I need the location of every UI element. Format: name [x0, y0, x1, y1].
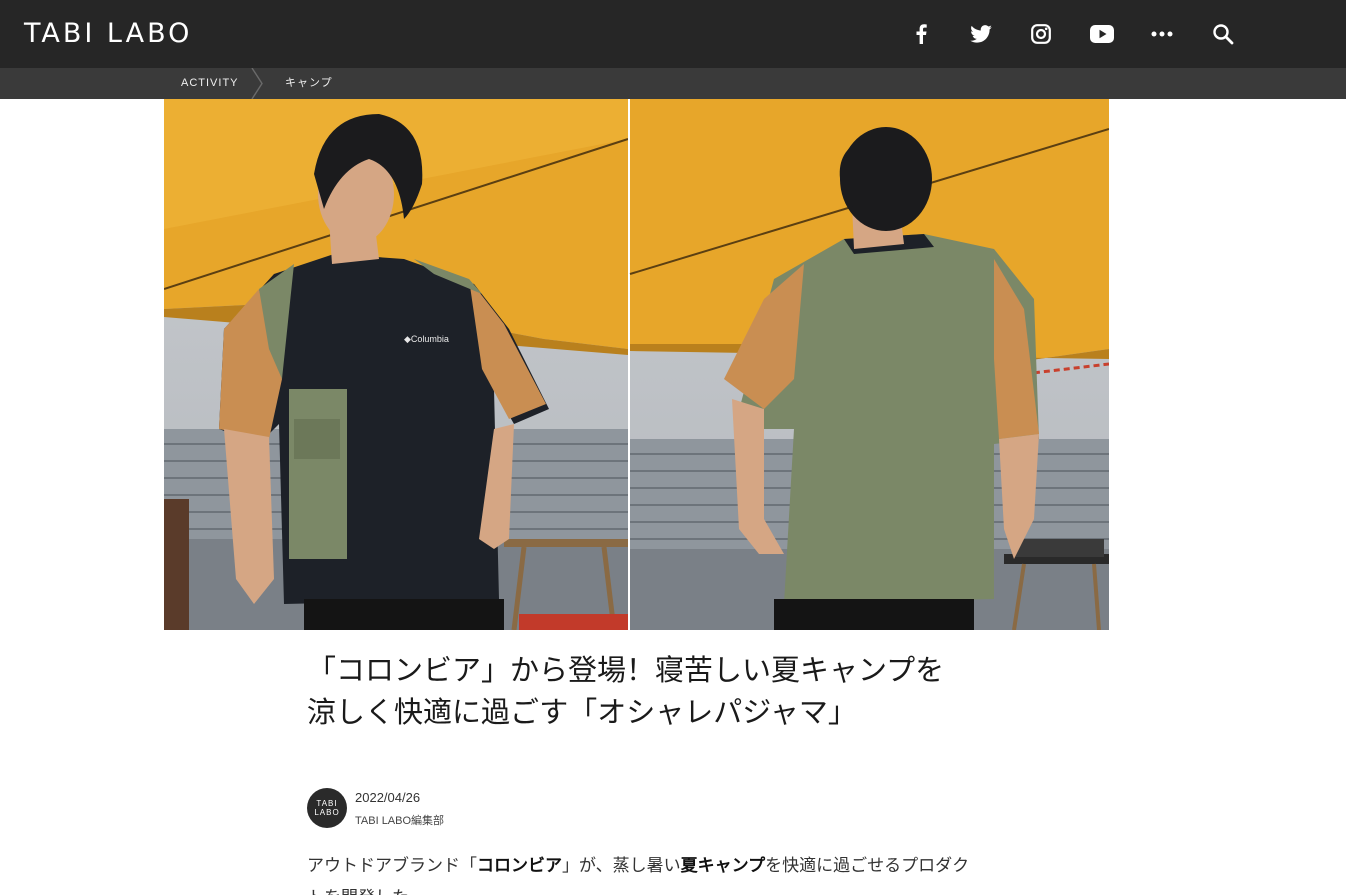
more-icon[interactable]: [1146, 20, 1178, 48]
chevron-right-icon: [251, 68, 263, 99]
photo-back-view: [629, 99, 1109, 630]
youtube-icon[interactable]: [1086, 20, 1118, 48]
site-header: TABI LABO: [0, 0, 1346, 68]
svg-text:◆Columbia: ◆Columbia: [404, 334, 449, 344]
author-name[interactable]: TABI LABO編集部: [355, 812, 444, 828]
lead-bold-brand: コロンビア: [477, 856, 562, 876]
breadcrumb-item-camp[interactable]: キャンプ: [285, 68, 333, 99]
site-logo[interactable]: TABI LABO: [24, 18, 192, 50]
lead-text: アウトドアブランド「: [307, 856, 477, 876]
lead-text: 」が、蒸し暑い: [562, 856, 681, 876]
breadcrumb-item-activity[interactable]: ACTIVITY: [181, 68, 239, 99]
facebook-icon[interactable]: [905, 20, 937, 48]
publish-date: 2022/04/26: [355, 790, 421, 805]
search-icon[interactable]: [1207, 20, 1239, 48]
breadcrumb: ACTIVITY キャンプ: [0, 68, 1346, 99]
article-lead: アウトドアブランド「コロンビア」が、蒸し暑い夏キャンプを快適に過ごせるプロダクト…: [307, 850, 972, 895]
author-avatar[interactable]: TABI LABO: [307, 788, 347, 828]
instagram-icon[interactable]: [1025, 20, 1057, 48]
avatar-text-line2: LABO: [314, 808, 340, 817]
hero-image: ◆Columbia: [164, 99, 1109, 630]
article-title: 「コロンビア」から登場！寝苦しい夏キャンプを涼しく快適に過ごす「オシャレパジャマ…: [307, 653, 945, 729]
twitter-icon[interactable]: [965, 20, 997, 48]
lead-bold-keyword: 夏キャンプ: [680, 856, 766, 876]
photo-front-view: ◆Columbia: [164, 99, 629, 630]
avatar-text-line1: TABI: [316, 799, 338, 808]
